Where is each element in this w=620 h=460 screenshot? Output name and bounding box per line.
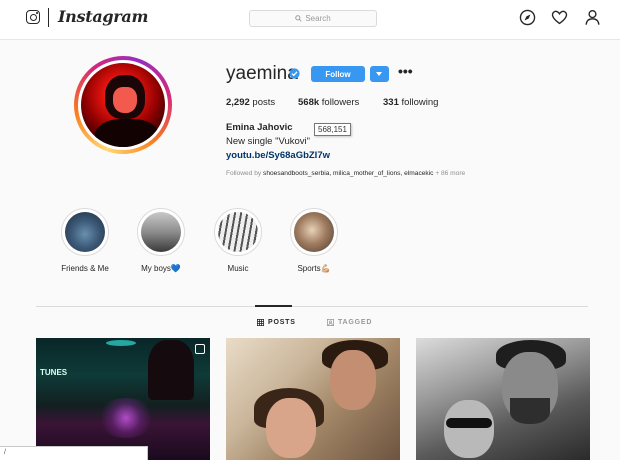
profile-person-icon[interactable] xyxy=(584,9,601,26)
logo-divider xyxy=(48,8,49,27)
post-overlay-text: TUNES xyxy=(40,368,68,377)
instagram-camera-icon[interactable] xyxy=(26,10,40,24)
active-tab-indicator xyxy=(255,305,292,307)
profile-avatar[interactable] xyxy=(78,60,168,150)
grid-icon xyxy=(257,319,264,326)
post-thumbnail[interactable] xyxy=(226,338,400,460)
follow-dropdown-button[interactable] xyxy=(370,66,389,82)
tabs-divider xyxy=(36,306,588,307)
tagged-person-icon xyxy=(327,319,334,326)
profile-website-link[interactable]: youtu.be/Sy68aGbZI7w xyxy=(226,150,330,161)
tab-tagged-label: TAGGED xyxy=(338,319,373,326)
instagram-wordmark[interactable]: Instagram xyxy=(58,7,148,26)
explore-compass-icon[interactable] xyxy=(519,9,536,26)
followed-by-text[interactable]: Followed by shoesandboots_serbia, milica… xyxy=(226,170,465,177)
posts-count-stat: 2,292 posts xyxy=(226,97,276,108)
top-nav-bar: Instagram Search xyxy=(0,0,620,40)
highlight-item[interactable]: My boys💙 xyxy=(121,208,201,273)
tab-posts-label: POSTS xyxy=(268,319,296,326)
carousel-icon xyxy=(195,344,205,354)
highlight-label: Sports💪🏼 xyxy=(297,264,331,273)
highlight-label: Friends & Me xyxy=(61,264,109,273)
profile-bio: New single "Vukovi" xyxy=(226,136,311,147)
highlight-item[interactable]: Music xyxy=(198,208,278,273)
followers-tooltip: 568,151 xyxy=(314,123,351,136)
browser-status-bar: / xyxy=(0,446,148,460)
tab-posts[interactable]: POSTS xyxy=(257,319,296,326)
verified-badge-icon xyxy=(289,68,300,79)
profile-username: yaemina xyxy=(226,63,298,84)
followers-count-stat[interactable]: 568k followers xyxy=(298,97,359,108)
highlight-item[interactable]: Friends & Me xyxy=(45,208,125,273)
highlight-label: My boys💙 xyxy=(141,264,181,273)
following-count-stat[interactable]: 331 following xyxy=(383,97,438,108)
activity-heart-icon[interactable] xyxy=(551,9,568,26)
more-options-icon[interactable]: ••• xyxy=(398,64,413,78)
highlight-label: Music xyxy=(227,264,249,273)
highlight-item[interactable]: Sports💪🏼 xyxy=(274,208,354,273)
search-icon xyxy=(295,15,302,22)
tab-tagged[interactable]: TAGGED xyxy=(327,319,372,326)
search-placeholder: Search xyxy=(305,14,331,23)
post-thumbnail[interactable] xyxy=(416,338,590,460)
post-thumbnail[interactable]: TUNES xyxy=(36,338,210,460)
follow-button[interactable]: Follow xyxy=(311,66,365,82)
search-box[interactable]: Search xyxy=(249,10,377,27)
profile-full-name: Emina Jahovic xyxy=(226,122,293,133)
